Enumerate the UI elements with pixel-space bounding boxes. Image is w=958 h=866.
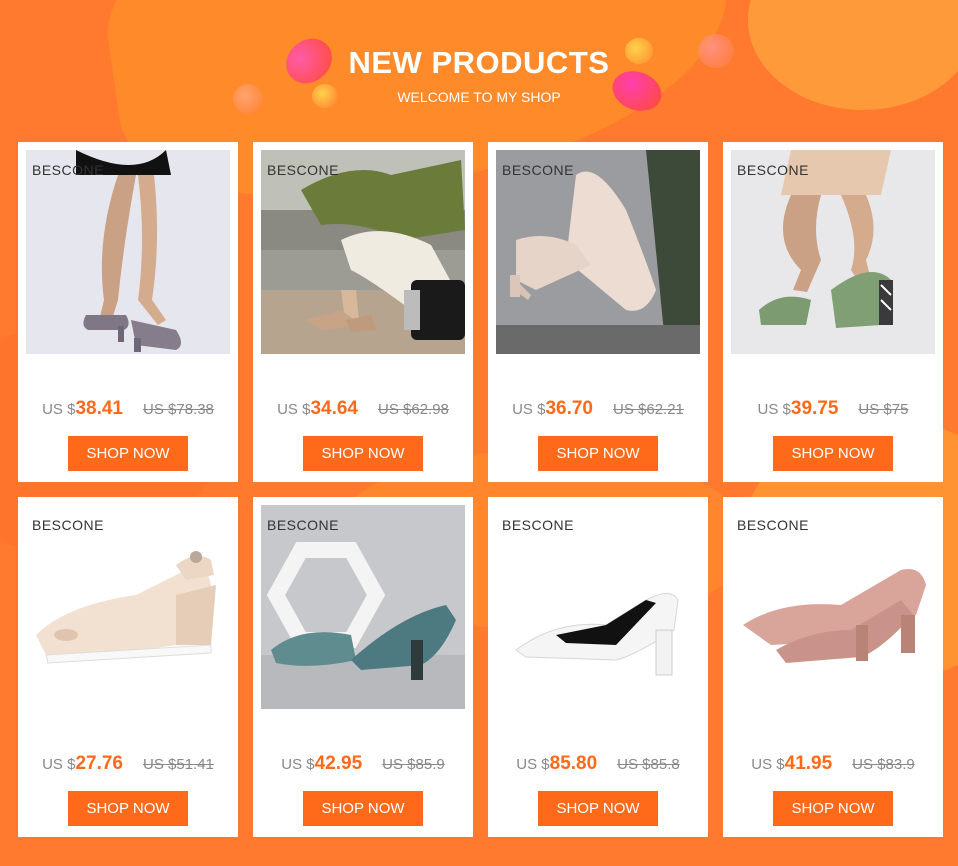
- price-row: US $34.64 US $62.98: [253, 398, 473, 420]
- page-title: NEW PRODUCTS: [348, 45, 610, 80]
- shop-now-button[interactable]: SHOP NOW: [68, 436, 188, 471]
- product-card[interactable]: BESCONE US $42.95 US $85.9 SHOP NOW: [253, 497, 473, 837]
- product-image[interactable]: BESCONE: [496, 505, 700, 709]
- brand-logo: BESCONE: [737, 517, 809, 533]
- price-row: US $27.76 US $51.41: [18, 753, 238, 775]
- original-price: US $75: [858, 401, 909, 418]
- page-subtitle: WELCOME TO MY SHOP: [397, 89, 561, 105]
- price-row: US $41.95 US $83.9: [723, 753, 943, 775]
- shop-now-button[interactable]: SHOP NOW: [303, 436, 423, 471]
- product-image[interactable]: BESCONE: [261, 505, 465, 709]
- current-price: US $36.70: [512, 398, 593, 419]
- product-image[interactable]: BESCONE: [26, 505, 230, 709]
- brand-logo: BESCONE: [32, 517, 104, 533]
- product-card[interactable]: BESCONE US $41.95 US $83.9 SHOP NOW: [723, 497, 943, 837]
- price-row: US $39.75 US $75: [723, 398, 943, 420]
- product-card[interactable]: BESCONE US $38.41 US $78.38 SHOP NOW: [18, 142, 238, 482]
- product-image[interactable]: BESCONE: [731, 150, 935, 354]
- brand-logo: BESCONE: [737, 162, 809, 178]
- shop-now-button[interactable]: SHOP NOW: [303, 791, 423, 826]
- current-price: US $38.41: [42, 398, 123, 419]
- product-card[interactable]: BESCONE US $27.76 US $51.41 SHOP NOW: [18, 497, 238, 837]
- shop-now-button[interactable]: SHOP NOW: [773, 436, 893, 471]
- original-price: US $85.9: [382, 756, 445, 773]
- current-price: US $39.75: [757, 398, 839, 419]
- product-card[interactable]: BESCONE US $36.70 US $62.21 SHOP NOW: [488, 142, 708, 482]
- brand-logo: BESCONE: [32, 162, 104, 178]
- product-image[interactable]: BESCONE: [261, 150, 465, 354]
- product-card[interactable]: BESCONE US $34.64 US $62.98 SHOP NOW: [253, 142, 473, 482]
- original-price: US $51.41: [143, 756, 214, 773]
- brand-logo: BESCONE: [502, 162, 574, 178]
- shop-now-button[interactable]: SHOP NOW: [68, 791, 188, 826]
- brand-logo: BESCONE: [502, 517, 574, 533]
- brand-logo: BESCONE: [267, 162, 339, 178]
- price-row: US $38.41 US $78.38: [18, 398, 238, 420]
- original-price: US $83.9: [852, 756, 915, 773]
- current-price: US $41.95: [751, 753, 833, 774]
- product-card[interactable]: BESCONE US $85.80 US $85.8 SHOP NOW: [488, 497, 708, 837]
- current-price: US $27.76: [42, 753, 123, 774]
- brand-logo: BESCONE: [267, 517, 339, 533]
- product-image[interactable]: BESCONE: [731, 505, 935, 709]
- shop-now-button[interactable]: SHOP NOW: [538, 791, 658, 826]
- original-price: US $62.98: [378, 401, 449, 418]
- original-price: US $78.38: [143, 401, 214, 418]
- banner-header: NEW PRODUCTS WELCOME TO MY SHOP: [0, 45, 958, 105]
- price-row: US $85.80 US $85.8: [488, 753, 708, 775]
- product-image[interactable]: BESCONE: [26, 150, 230, 354]
- product-card[interactable]: BESCONE US $39.75 US $75 SHOP NOW: [723, 142, 943, 482]
- product-image[interactable]: BESCONE: [496, 150, 700, 354]
- shop-now-button[interactable]: SHOP NOW: [773, 791, 893, 826]
- original-price: US $85.8: [617, 756, 680, 773]
- original-price: US $62.21: [613, 401, 684, 418]
- price-row: US $36.70 US $62.21: [488, 398, 708, 420]
- current-price: US $85.80: [516, 753, 598, 774]
- current-price: US $42.95: [281, 753, 363, 774]
- current-price: US $34.64: [277, 398, 358, 419]
- shop-now-button[interactable]: SHOP NOW: [538, 436, 658, 471]
- price-row: US $42.95 US $85.9: [253, 753, 473, 775]
